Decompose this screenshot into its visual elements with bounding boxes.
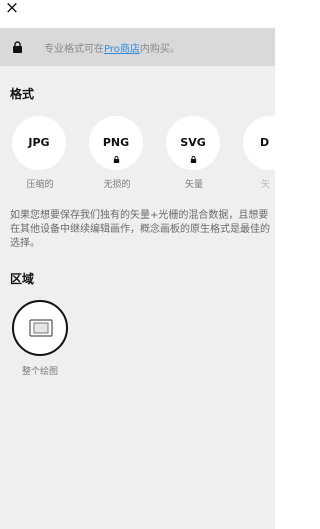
format-jpg-button[interactable]: JPG xyxy=(12,116,66,170)
lock-icon xyxy=(13,41,22,53)
top-bar: × xyxy=(0,0,275,28)
close-button[interactable]: × xyxy=(2,0,22,18)
format-png-button[interactable]: PNG xyxy=(89,116,143,170)
region-section-title: 区域 xyxy=(10,272,35,286)
lock-icon xyxy=(113,156,120,163)
format-option-png[interactable]: PNG 无损的 xyxy=(89,116,145,190)
format-section-title: 格式 xyxy=(10,87,35,101)
format-name: SVG xyxy=(180,136,206,149)
right-edge xyxy=(275,0,288,529)
export-panel: × 专业格式可在Pro商店内购买。 格式 JPG 压缩的 PNG 无损的 SVG… xyxy=(0,0,297,529)
format-caption: 无损的 xyxy=(103,180,131,190)
format-svg-button[interactable]: SVG xyxy=(166,116,220,170)
format-native-button[interactable]: D xyxy=(243,116,297,170)
format-option-native[interactable]: D 矢 xyxy=(243,116,299,190)
format-option-jpg[interactable]: JPG 压缩的 xyxy=(12,116,68,190)
pro-banner-text: 专业格式可在Pro商店内购买。 xyxy=(44,40,180,55)
format-name: PNG xyxy=(102,136,130,149)
pro-banner-suffix: 内购买。 xyxy=(139,44,180,55)
format-option-svg[interactable]: SVG 矢量 xyxy=(166,116,222,190)
pro-store-link[interactable]: Pro商店 xyxy=(104,44,140,55)
format-caption: 压缩的 xyxy=(26,180,54,190)
region-caption: 整个绘图 xyxy=(21,367,58,377)
format-description: 如果您想要保存我们独有的矢量+光栅的混合数据，且想要在其他设备中继续编辑画作，概… xyxy=(10,210,270,249)
format-caption: 矢量 xyxy=(184,180,203,190)
pro-banner-prefix: 专业格式可在 xyxy=(44,44,104,55)
lock-icon xyxy=(190,156,197,163)
region-whole-drawing-button[interactable] xyxy=(12,300,68,356)
format-name: JPG xyxy=(28,136,50,149)
canvas-icon xyxy=(29,319,53,337)
pro-store-banner: 专业格式可在Pro商店内购买。 xyxy=(0,28,275,66)
